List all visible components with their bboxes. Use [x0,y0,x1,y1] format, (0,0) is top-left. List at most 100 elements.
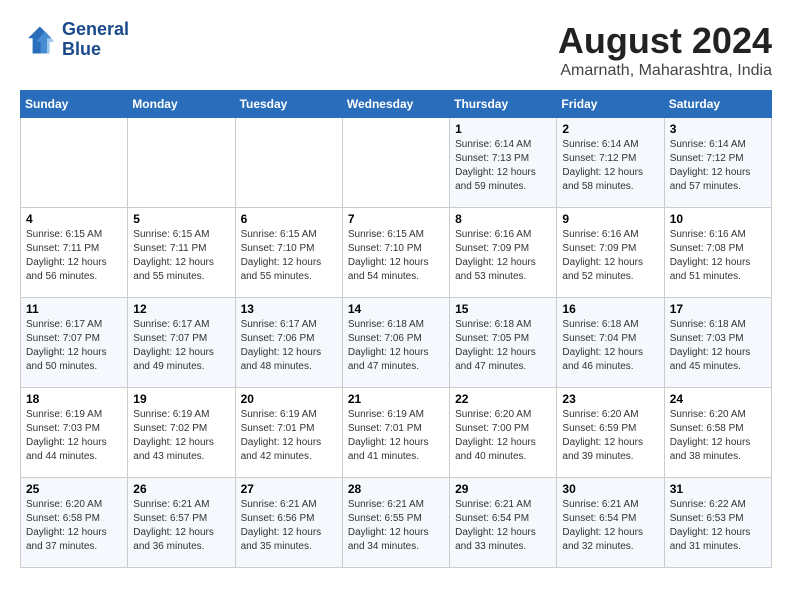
calendar-week-row: 11 Sunrise: 6:17 AMSunset: 7:07 PMDayligh… [21,298,772,388]
day-number: 1 [455,122,551,136]
subtitle: Amarnath, Maharashtra, India [558,62,772,80]
day-number: 25 [26,482,122,496]
calendar-cell: 6Sunrise: 6:15 AMSunset: 7:10 PMDaylight… [235,208,342,298]
calendar-cell [342,118,449,208]
day-number: 10 [670,212,766,226]
day-info: Sunrise: 6:20 AMSunset: 6:58 PMDaylight:… [670,408,766,464]
day-info: Sunrise: 6:21 AMSunset: 6:54 PMDaylight:… [455,498,551,554]
calendar-cell: 16 Sunrise: 6:18 AMSunset: 7:04 PMDayligh… [557,298,664,388]
calendar-cell: 13 Sunrise: 6:17 AMSunset: 7:06 PMDayligh… [235,298,342,388]
day-info: Sunrise: 6:20 AMSunset: 6:59 PMDaylight:… [562,408,658,464]
day-info: Sunrise: 6:19 AMSunset: 7:02 PMDaylight:… [133,408,229,464]
day-number: 31 [670,482,766,496]
day-number: 6 [241,212,337,226]
calendar-cell: 11 Sunrise: 6:17 AMSunset: 7:07 PMDayligh… [21,298,128,388]
day-info: Sunrise: 6:14 AMSunset: 7:12 PMDaylight:… [670,138,766,194]
day-number: 8 [455,212,551,226]
day-info: Sunrise: 6:17 AMSunset: 7:06 PMDaylight:… [241,318,337,374]
header-day-wednesday: Wednesday [342,91,449,118]
day-number: 28 [348,482,444,496]
day-info: Sunrise: 6:22 AMSunset: 6:53 PMDaylight:… [670,498,766,554]
day-number: 24 [670,392,766,406]
day-info: Sunrise: 6:21 AMSunset: 6:56 PMDaylight:… [241,498,337,554]
day-number: 27 [241,482,337,496]
calendar-cell [21,118,128,208]
day-number: 15 [455,302,551,316]
day-number: 13 [241,302,337,316]
calendar-week-row: 18Sunrise: 6:19 AMSunset: 7:03 PMDayligh… [21,388,772,478]
day-number: 23 [562,392,658,406]
calendar-cell: 29 Sunrise: 6:21 AMSunset: 6:54 PMDayligh… [450,478,557,568]
day-number: 30 [562,482,658,496]
day-number: 17 [670,302,766,316]
logo-icon [20,22,56,58]
day-info: Sunrise: 6:14 AMSunset: 7:13 PMDaylight:… [455,138,551,194]
day-number: 16 [562,302,658,316]
calendar-week-row: 25 Sunrise: 6:20 AMSunset: 6:58 PMDayligh… [21,478,772,568]
day-number: 26 [133,482,229,496]
calendar-cell: 5Sunrise: 6:15 AMSunset: 7:11 PMDaylight… [128,208,235,298]
day-number: 19 [133,392,229,406]
calendar-cell [128,118,235,208]
day-number: 22 [455,392,551,406]
day-info: Sunrise: 6:15 AMSunset: 7:11 PMDaylight:… [26,228,122,284]
calendar-cell: 17 Sunrise: 6:18 AMSunset: 7:03 PMDayligh… [664,298,771,388]
day-info: Sunrise: 6:18 AMSunset: 7:04 PMDaylight:… [562,318,658,374]
calendar-cell: 7Sunrise: 6:15 AMSunset: 7:10 PMDaylight… [342,208,449,298]
day-number: 12 [133,302,229,316]
calendar-cell: 2Sunrise: 6:14 AMSunset: 7:12 PMDaylight… [557,118,664,208]
calendar-cell [235,118,342,208]
day-info: Sunrise: 6:21 AMSunset: 6:57 PMDaylight:… [133,498,229,554]
calendar-cell: 25 Sunrise: 6:20 AMSunset: 6:58 PMDayligh… [21,478,128,568]
day-info: Sunrise: 6:16 AMSunset: 7:09 PMDaylight:… [455,228,551,284]
calendar-header-row: SundayMondayTuesdayWednesdayThursdayFrid… [21,91,772,118]
header-day-sunday: Sunday [21,91,128,118]
day-info: Sunrise: 6:20 AMSunset: 6:58 PMDaylight:… [26,498,122,554]
calendar-cell: 20Sunrise: 6:19 AMSunset: 7:01 PMDayligh… [235,388,342,478]
day-info: Sunrise: 6:17 AMSunset: 7:07 PMDaylight:… [26,318,122,374]
day-info: Sunrise: 6:16 AMSunset: 7:09 PMDaylight:… [562,228,658,284]
calendar-cell: 18Sunrise: 6:19 AMSunset: 7:03 PMDayligh… [21,388,128,478]
day-number: 4 [26,212,122,226]
day-info: Sunrise: 6:20 AMSunset: 7:00 PMDaylight:… [455,408,551,464]
logo-text: General Blue [62,20,129,60]
day-number: 29 [455,482,551,496]
main-title: August 2024 [558,20,772,62]
day-number: 9 [562,212,658,226]
calendar-cell: 27 Sunrise: 6:21 AMSunset: 6:56 PMDayligh… [235,478,342,568]
calendar-cell: 12 Sunrise: 6:17 AMSunset: 7:07 PMDayligh… [128,298,235,388]
calendar-cell: 23 Sunrise: 6:20 AMSunset: 6:59 PMDayligh… [557,388,664,478]
day-number: 18 [26,392,122,406]
logo: General Blue [20,20,129,60]
day-info: Sunrise: 6:21 AMSunset: 6:54 PMDaylight:… [562,498,658,554]
day-info: Sunrise: 6:15 AMSunset: 7:10 PMDaylight:… [348,228,444,284]
calendar-cell: 8 Sunrise: 6:16 AMSunset: 7:09 PMDaylight… [450,208,557,298]
calendar-cell: 1 Sunrise: 6:14 AMSunset: 7:13 PMDaylight… [450,118,557,208]
header-day-tuesday: Tuesday [235,91,342,118]
calendar-cell: 4 Sunrise: 6:15 AMSunset: 7:11 PMDaylight… [21,208,128,298]
calendar-table: SundayMondayTuesdayWednesdayThursdayFrid… [20,90,772,568]
calendar-cell: 9 Sunrise: 6:16 AMSunset: 7:09 PMDaylight… [557,208,664,298]
calendar-week-row: 1 Sunrise: 6:14 AMSunset: 7:13 PMDaylight… [21,118,772,208]
calendar-cell: 30 Sunrise: 6:21 AMSunset: 6:54 PMDayligh… [557,478,664,568]
calendar-cell: 22 Sunrise: 6:20 AMSunset: 7:00 PMDayligh… [450,388,557,478]
day-info: Sunrise: 6:18 AMSunset: 7:03 PMDaylight:… [670,318,766,374]
calendar-cell: 19 Sunrise: 6:19 AMSunset: 7:02 PMDayligh… [128,388,235,478]
day-info: Sunrise: 6:18 AMSunset: 7:06 PMDaylight:… [348,318,444,374]
title-area: August 2024 Amarnath, Maharashtra, India [558,20,772,80]
header-day-friday: Friday [557,91,664,118]
calendar-cell: 3 Sunrise: 6:14 AMSunset: 7:12 PMDaylight… [664,118,771,208]
day-info: Sunrise: 6:16 AMSunset: 7:08 PMDaylight:… [670,228,766,284]
day-info: Sunrise: 6:17 AMSunset: 7:07 PMDaylight:… [133,318,229,374]
calendar-cell: 15Sunrise: 6:18 AMSunset: 7:05 PMDayligh… [450,298,557,388]
calendar-cell: 14 Sunrise: 6:18 AMSunset: 7:06 PMDayligh… [342,298,449,388]
header: General Blue August 2024 Amarnath, Mahar… [20,20,772,80]
day-number: 14 [348,302,444,316]
day-info: Sunrise: 6:21 AMSunset: 6:55 PMDaylight:… [348,498,444,554]
day-number: 11 [26,302,122,316]
day-number: 3 [670,122,766,136]
day-number: 21 [348,392,444,406]
day-number: 20 [241,392,337,406]
day-number: 5 [133,212,229,226]
calendar-cell: 31 Sunrise: 6:22 AMSunset: 6:53 PMDayligh… [664,478,771,568]
